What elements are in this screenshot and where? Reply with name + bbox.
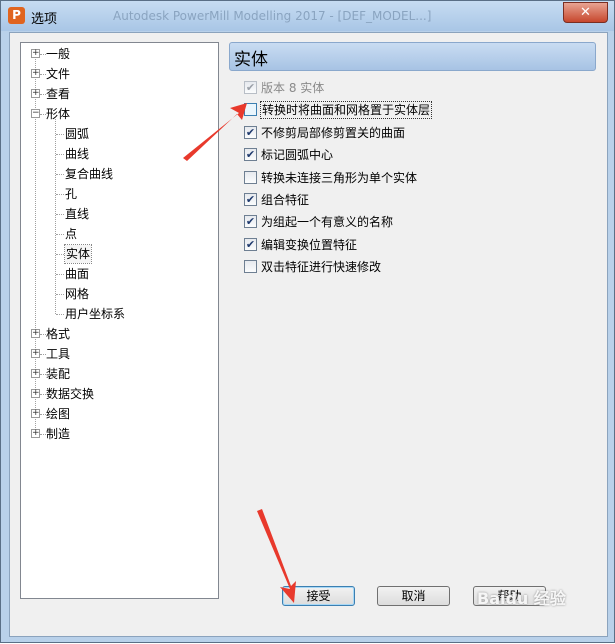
cancel-button[interactable]: 取消: [377, 586, 450, 606]
checked-checkbox[interactable]: ✔: [244, 215, 257, 228]
tree-item-label: 网格: [65, 287, 90, 301]
checked-checkbox[interactable]: ✔: [244, 148, 257, 161]
dialog-title: 选项: [31, 12, 58, 27]
tree-connector: [56, 174, 64, 175]
tree-item[interactable]: + 一般: [21, 45, 216, 63]
tree-item-label: 文件: [46, 67, 71, 81]
expand-icon[interactable]: +: [31, 389, 40, 398]
expand-icon[interactable]: +: [31, 49, 40, 58]
tree-item[interactable]: + 查看: [21, 85, 216, 103]
panel-title: 实体: [234, 50, 268, 70]
option-label: 版本 8 实体: [261, 81, 325, 95]
tree-item-label: 制造: [46, 427, 71, 441]
tree-connector: [56, 294, 64, 295]
option-label: 组合特征: [261, 193, 310, 207]
tree-connector: [56, 194, 64, 195]
options-tree[interactable]: + 一般 + 文件 + 查看 − 形体 圆弧 曲线 复合曲线孔直线点实体 曲面 网格 用户坐标系 + 格式 + 工…: [20, 42, 219, 599]
checked-checkbox[interactable]: ✔: [244, 126, 257, 139]
tree-connector: [56, 274, 64, 275]
tree-connector: [56, 254, 64, 255]
option-label: 转换未连接三角形为单个实体: [261, 171, 418, 185]
option-label: 不修剪局部修剪置关的曲面: [261, 126, 406, 140]
tree-item-label: 形体: [46, 107, 71, 121]
tree-item[interactable]: + 工具: [21, 345, 216, 363]
tree-item-label: 孔: [65, 187, 78, 201]
tree-item-label: 直线: [65, 207, 90, 221]
expand-icon[interactable]: +: [31, 349, 40, 358]
tree-item[interactable]: + 装配: [21, 365, 216, 383]
tree-item-label: 圆弧: [65, 127, 90, 141]
tree-item-label: 一般: [46, 47, 71, 61]
tree-item[interactable]: + 文件: [21, 65, 216, 83]
baidu-watermark: Baidu 经验: [477, 589, 566, 608]
tree-item[interactable]: 网格: [21, 285, 216, 303]
tree-item-label: 曲线: [65, 147, 90, 161]
expand-icon[interactable]: +: [31, 89, 40, 98]
tree-connector: [56, 134, 64, 135]
dialog-client-area: + 一般 + 文件 + 查看 − 形体 圆弧 曲线 复合曲线孔直线点实体 曲面 网格 用户坐标系 + 格式 + 工…: [9, 32, 608, 637]
tree-item-label: 数据交换: [46, 387, 95, 401]
unchecked-checkbox[interactable]: [244, 103, 257, 116]
tree-connector: [56, 214, 64, 215]
accept-button[interactable]: 接受: [282, 586, 355, 606]
expand-icon[interactable]: +: [31, 329, 40, 338]
tree-connector: [56, 154, 64, 155]
background-window-title: Autodesk PowerMill Modelling 2017 - [DEF…: [113, 9, 432, 23]
tree-item[interactable]: 用户坐标系: [21, 305, 216, 323]
tree-item[interactable]: + 绘图: [21, 405, 216, 423]
tree-item-label: 复合曲线: [65, 167, 114, 181]
tree-item[interactable]: 复合曲线: [21, 165, 216, 183]
tree-item-label: 查看: [46, 87, 71, 101]
option-label: 编辑变换位置特征: [261, 238, 358, 252]
tree-item[interactable]: 圆弧: [21, 125, 216, 143]
expand-icon[interactable]: +: [31, 409, 40, 418]
unchecked-checkbox[interactable]: [244, 260, 257, 273]
checked-checkbox[interactable]: ✔: [244, 193, 257, 206]
tree-item[interactable]: 实体: [21, 244, 216, 264]
tree-item[interactable]: 孔: [21, 185, 216, 203]
option-label: 双击特征进行快速修改: [261, 260, 382, 274]
close-button[interactable]: ✕: [563, 2, 608, 23]
title-bar[interactable]: P 选项 Autodesk PowerMill Modelling 2017 -…: [1, 1, 614, 31]
option-label: 转换时将曲面和网格置于实体层: [259, 101, 433, 119]
expand-icon[interactable]: +: [31, 369, 40, 378]
option-label: 为组起一个有意义的名称: [261, 215, 394, 229]
tree-item-label: 点: [65, 227, 78, 241]
unchecked-checkbox[interactable]: [244, 171, 257, 184]
options-dialog: P 选项 Autodesk PowerMill Modelling 2017 -…: [0, 0, 615, 643]
tree-item-label: 用户坐标系: [65, 307, 126, 321]
tree-item[interactable]: 直线: [21, 205, 216, 223]
expand-icon[interactable]: +: [31, 69, 40, 78]
tree-item-label: 工具: [46, 347, 71, 361]
collapse-icon[interactable]: −: [31, 109, 40, 118]
tree-connector: [56, 314, 64, 315]
tree-item-label: 绘图: [46, 407, 71, 421]
tree-item[interactable]: + 格式: [21, 325, 216, 343]
close-icon: ✕: [580, 5, 591, 20]
tree-item-label: 曲面: [65, 267, 90, 281]
tree-item[interactable]: 点: [21, 225, 216, 243]
powermill-app-icon: P: [8, 7, 25, 24]
tree-item[interactable]: 曲面: [21, 265, 216, 283]
tree-item[interactable]: + 制造: [21, 425, 216, 443]
tree-connector: [56, 234, 64, 235]
expand-icon[interactable]: +: [31, 429, 40, 438]
tree-item-label: 格式: [46, 327, 71, 341]
settings-panel: 实体 ✔ 版本 8 实体 转换时将曲面和网格置于实体层 ✔ 不修剪局部修剪置关的曲面 ✔ 标…: [229, 42, 598, 597]
tree-item-label: 实体: [63, 244, 93, 264]
option-label: 标记圆弧中心: [261, 148, 334, 162]
panel-header: 实体: [229, 42, 596, 71]
tree-item[interactable]: − 形体: [21, 105, 216, 123]
checked-checkbox: ✔: [244, 81, 257, 94]
tree-item[interactable]: + 数据交换: [21, 385, 216, 403]
tree-item-label: 装配: [46, 367, 71, 381]
tree-item[interactable]: 曲线: [21, 145, 216, 163]
checked-checkbox[interactable]: ✔: [244, 238, 257, 251]
